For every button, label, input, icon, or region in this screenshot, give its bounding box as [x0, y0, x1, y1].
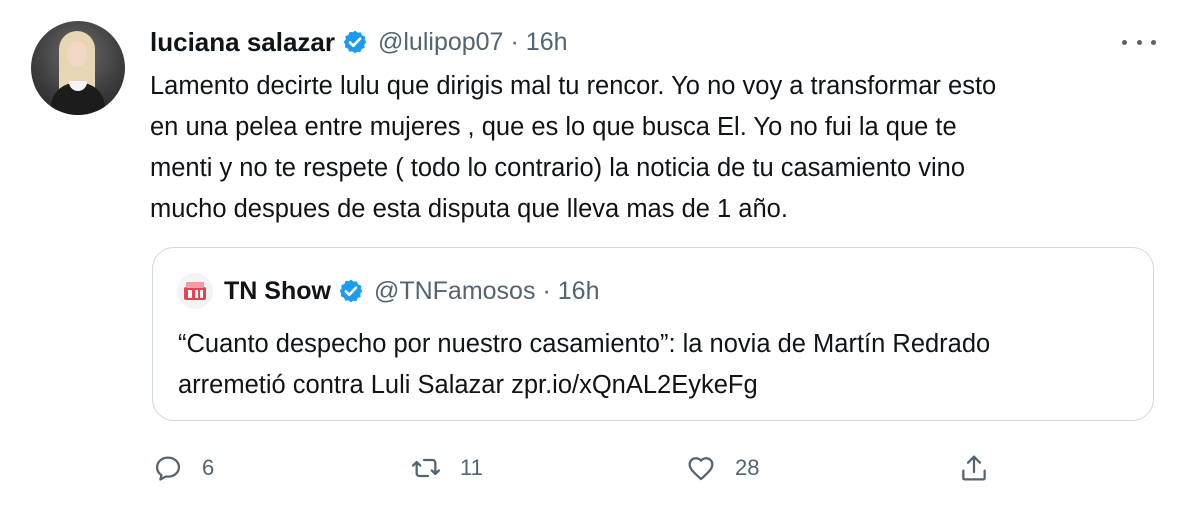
more-dot — [1122, 39, 1127, 45]
reply-count: 6 — [202, 455, 215, 480]
author-handle[interactable]: @lulipop07 — [378, 28, 503, 57]
author-name[interactable]: luciana salazar — [150, 27, 335, 58]
tweet-text: Lamento decirte lulu que dirigis mal tu … — [150, 72, 997, 223]
quoted-text: “Cuanto despecho por nuestro casamiento”… — [178, 330, 991, 399]
share-button[interactable] — [958, 448, 990, 488]
verified-badge-icon — [343, 30, 367, 54]
quoted-time: 16h — [557, 276, 600, 305]
more-dot — [1136, 39, 1142, 45]
tn-logo-icon — [177, 273, 213, 309]
action-bar: 6 11 28 — [150, 448, 1030, 488]
tweet-time[interactable]: 16h — [526, 28, 568, 57]
like-button[interactable]: 28 — [685, 448, 759, 488]
retweet-icon — [411, 458, 441, 478]
quoted-tweet[interactable]: TN Show @TNFamosos · 16h “Cuanto despech… — [152, 247, 1154, 421]
reply-icon — [155, 456, 181, 481]
quoted-author-name: TN Show — [224, 276, 331, 305]
tweet-header: luciana salazar @lulipop07 · 16h — [150, 26, 568, 58]
more-dot — [1151, 39, 1156, 45]
avatar[interactable] — [31, 21, 125, 115]
quoted-header: TN Show @TNFamosos · 16h — [224, 273, 600, 309]
quoted-separator: · — [542, 276, 551, 305]
like-icon — [688, 457, 714, 481]
quoted-author-handle: @TNFamosos — [373, 276, 536, 305]
like-count: 28 — [735, 455, 760, 480]
retweet-count: 11 — [460, 455, 483, 480]
header-separator: · — [510, 27, 519, 56]
verified-badge-icon — [339, 279, 363, 303]
avatar-face — [67, 41, 87, 67]
reply-button[interactable]: 6 — [152, 448, 214, 488]
more-options-icon[interactable] — [1122, 32, 1156, 52]
share-icon — [962, 455, 986, 481]
retweet-button[interactable]: 11 — [410, 448, 483, 488]
tn-logo-graphic — [184, 282, 206, 300]
